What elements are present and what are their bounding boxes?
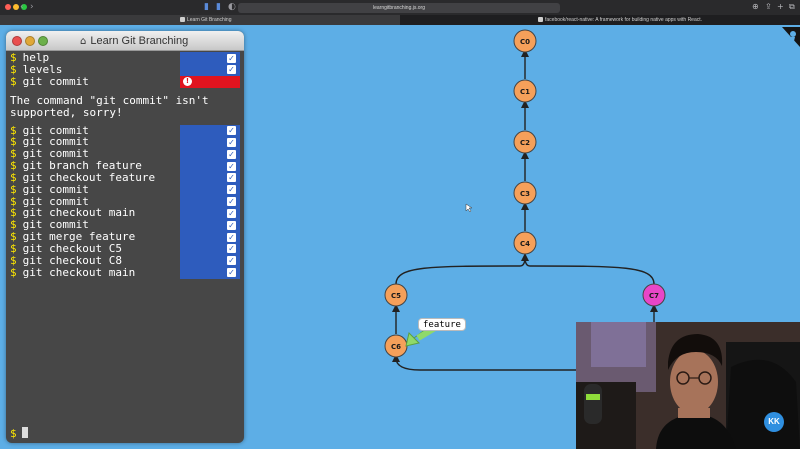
commit-c4[interactable]: C4 xyxy=(513,231,537,255)
commit-label: C3 xyxy=(520,190,530,198)
edge-c8-c6 xyxy=(392,354,580,371)
commit-label: C5 xyxy=(391,292,401,300)
github-corner-icon[interactable] xyxy=(782,27,800,47)
commit-c6[interactable]: C6 xyxy=(384,334,408,358)
webcam-overlay: KK xyxy=(576,322,800,449)
channel-logo-badge: KK xyxy=(764,412,784,432)
commit-c7[interactable]: C7 xyxy=(642,283,666,307)
commit-c0[interactable]: C0 xyxy=(513,29,537,53)
commit-label: C2 xyxy=(520,139,530,147)
presenter-video-image xyxy=(576,322,800,449)
commit-c3[interactable]: C3 xyxy=(513,181,537,205)
edge-c5-c4 xyxy=(395,253,529,285)
commit-c2[interactable]: C2 xyxy=(513,130,537,154)
edge-c7-c4 xyxy=(524,256,655,285)
commit-label: C1 xyxy=(520,88,530,96)
commit-label: C7 xyxy=(649,292,659,300)
commit-label: C4 xyxy=(520,240,530,248)
commit-label: C6 xyxy=(391,343,401,351)
commit-c5[interactable]: C5 xyxy=(384,283,408,307)
commit-label: C0 xyxy=(520,38,530,46)
mouse-cursor-icon xyxy=(465,203,473,213)
commit-c1[interactable]: C1 xyxy=(513,79,537,103)
app-root: ‹ › ▮ ▮ ◐ learngitbranching.js.org ⊕ ⇪ +… xyxy=(0,0,800,449)
branch-tag-feature[interactable]: feature xyxy=(418,318,466,331)
